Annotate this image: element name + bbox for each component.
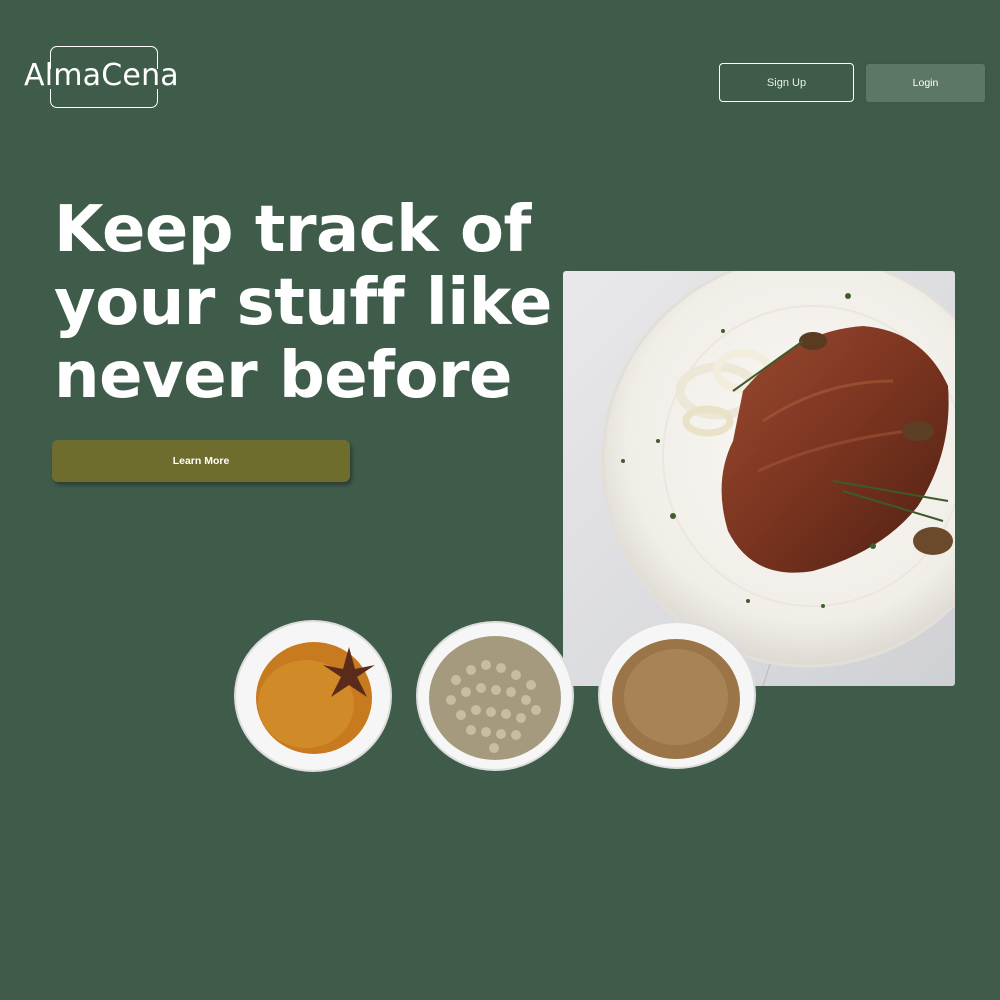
hero-line-2: your stuff like bbox=[54, 266, 552, 340]
sign-up-button[interactable]: Sign Up bbox=[719, 63, 854, 102]
logo-text: AlmaCena bbox=[24, 58, 179, 93]
hero-headline: Keep track of your stuff like never befo… bbox=[54, 194, 554, 413]
ground-spice-bowl-image bbox=[598, 619, 756, 771]
turmeric-star-anise-bowl-image bbox=[234, 620, 392, 772]
peppercorn-bowl-illustration bbox=[416, 621, 574, 771]
ground-spice-bowl-illustration bbox=[598, 621, 756, 769]
login-button[interactable]: Login bbox=[866, 64, 985, 102]
hero-line-3: never before bbox=[54, 339, 512, 413]
turmeric-bowl-illustration bbox=[234, 620, 392, 772]
hero-line-1: Keep track of bbox=[54, 193, 531, 267]
white-peppercorn-bowl-image bbox=[416, 620, 574, 772]
learn-more-button[interactable]: Learn More bbox=[52, 440, 350, 482]
logo[interactable]: AlmaCena bbox=[24, 46, 194, 110]
